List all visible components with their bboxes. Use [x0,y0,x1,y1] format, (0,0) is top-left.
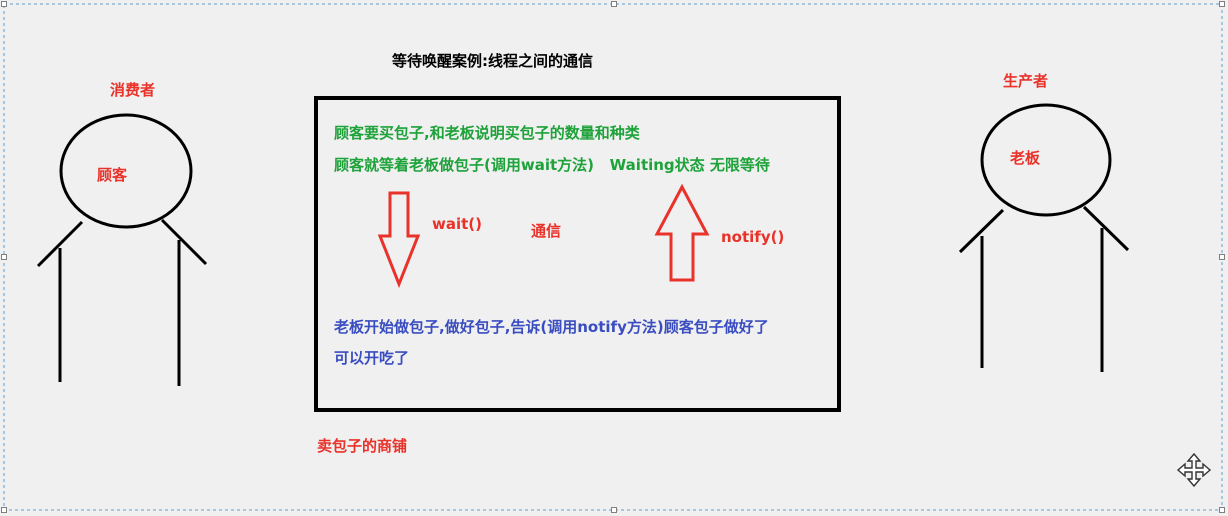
shop-line-1: 顾客要买包子,和老板说明买包子的数量和种类 [334,124,640,142]
notify-label: notify() [721,228,785,246]
consumer-right-arm [160,218,208,266]
producer-right-arm [1082,205,1130,252]
producer-name: 老板 [1010,149,1041,167]
resize-handle-top-right[interactable] [1219,1,1225,7]
producer-head [980,103,1112,217]
wait-label: wait() [432,215,483,233]
resize-handle-bottom-right[interactable] [1219,507,1225,513]
communication-label: 通信 [531,222,562,240]
shop-line-2: 顾客就等着老板做包子(调用wait方法) Waiting状态 无限等待 [334,156,770,174]
shop-line-3: 老板开始做包子,做好包子,告诉(调用notify方法)顾客包子做好了 [334,318,769,336]
resize-handle-bottom-left[interactable] [1,507,7,513]
notify-arrow-up [654,183,710,282]
producer-figure [958,103,1130,372]
resize-handle-middle-left[interactable] [1,254,7,260]
diagram-title: 等待唤醒案例:线程之间的通信 [392,52,593,70]
resize-handle-bottom-middle[interactable] [611,507,617,513]
shop-label: 卖包子的商铺 [317,437,408,455]
shop-line-4: 可以开吃了 [334,349,410,367]
resize-handle-top-left[interactable] [1,1,7,7]
consumer-figure [36,113,208,386]
resize-handle-middle-right[interactable] [1219,254,1225,260]
wait-arrow-down [377,191,421,289]
consumer-role-label: 消费者 [110,81,156,99]
consumer-name: 顾客 [97,166,128,184]
resize-handle-top-middle[interactable] [611,1,617,7]
move-cross-arrows-icon[interactable] [1176,452,1212,488]
producer-role-label: 生产者 [1003,72,1049,90]
